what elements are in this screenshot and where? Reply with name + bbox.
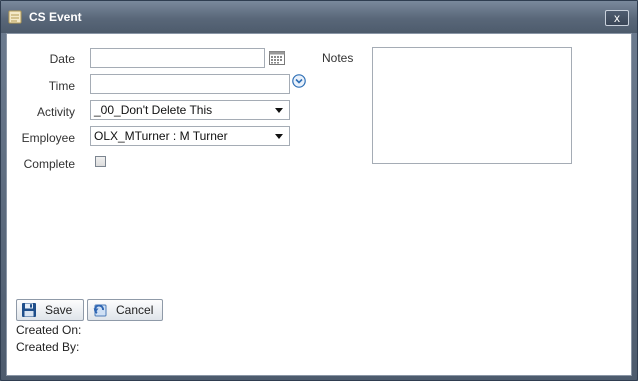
activity-value: _00_Don't Delete This xyxy=(94,103,213,117)
complete-checkbox[interactable] xyxy=(95,156,106,167)
employee-select[interactable]: OLX_MTurner : M Turner xyxy=(90,126,290,146)
document-icon xyxy=(7,9,23,25)
chevron-down-icon xyxy=(275,134,283,139)
time-input[interactable] xyxy=(90,74,290,94)
notes-label: Notes xyxy=(322,51,354,65)
activity-label: Activity xyxy=(36,105,75,119)
employee-label: Employee xyxy=(21,131,75,145)
close-button[interactable]: x xyxy=(605,10,629,26)
title-bar[interactable]: CS Event x xyxy=(1,1,637,33)
save-label: Save xyxy=(45,303,73,317)
time-label: Time xyxy=(48,79,75,93)
close-icon: x xyxy=(614,11,620,25)
dialog-body: Date Time Activity _00_Don't Delete This… xyxy=(6,33,632,376)
cancel-button[interactable]: Cancel xyxy=(87,299,163,321)
date-input[interactable] xyxy=(90,48,265,68)
date-label: Date xyxy=(49,52,75,66)
window-title: CS Event xyxy=(29,10,82,24)
created-by-label: Created By: xyxy=(16,340,80,354)
cancel-label: Cancel xyxy=(116,303,154,317)
complete-label: Complete xyxy=(23,157,75,171)
cs-event-dialog: CS Event x Date Time Activity _00_Don't … xyxy=(0,0,638,381)
calendar-icon[interactable] xyxy=(269,51,285,65)
undo-icon xyxy=(92,302,108,318)
notes-textarea[interactable] xyxy=(372,47,572,164)
created-on-label: Created On: xyxy=(16,323,82,337)
time-dropdown-icon[interactable] xyxy=(292,74,306,88)
floppy-icon xyxy=(21,302,37,318)
employee-value: OLX_MTurner : M Turner xyxy=(94,129,228,143)
save-button[interactable]: Save xyxy=(16,299,84,321)
chevron-down-icon xyxy=(275,108,283,113)
activity-select[interactable]: _00_Don't Delete This xyxy=(90,100,290,120)
